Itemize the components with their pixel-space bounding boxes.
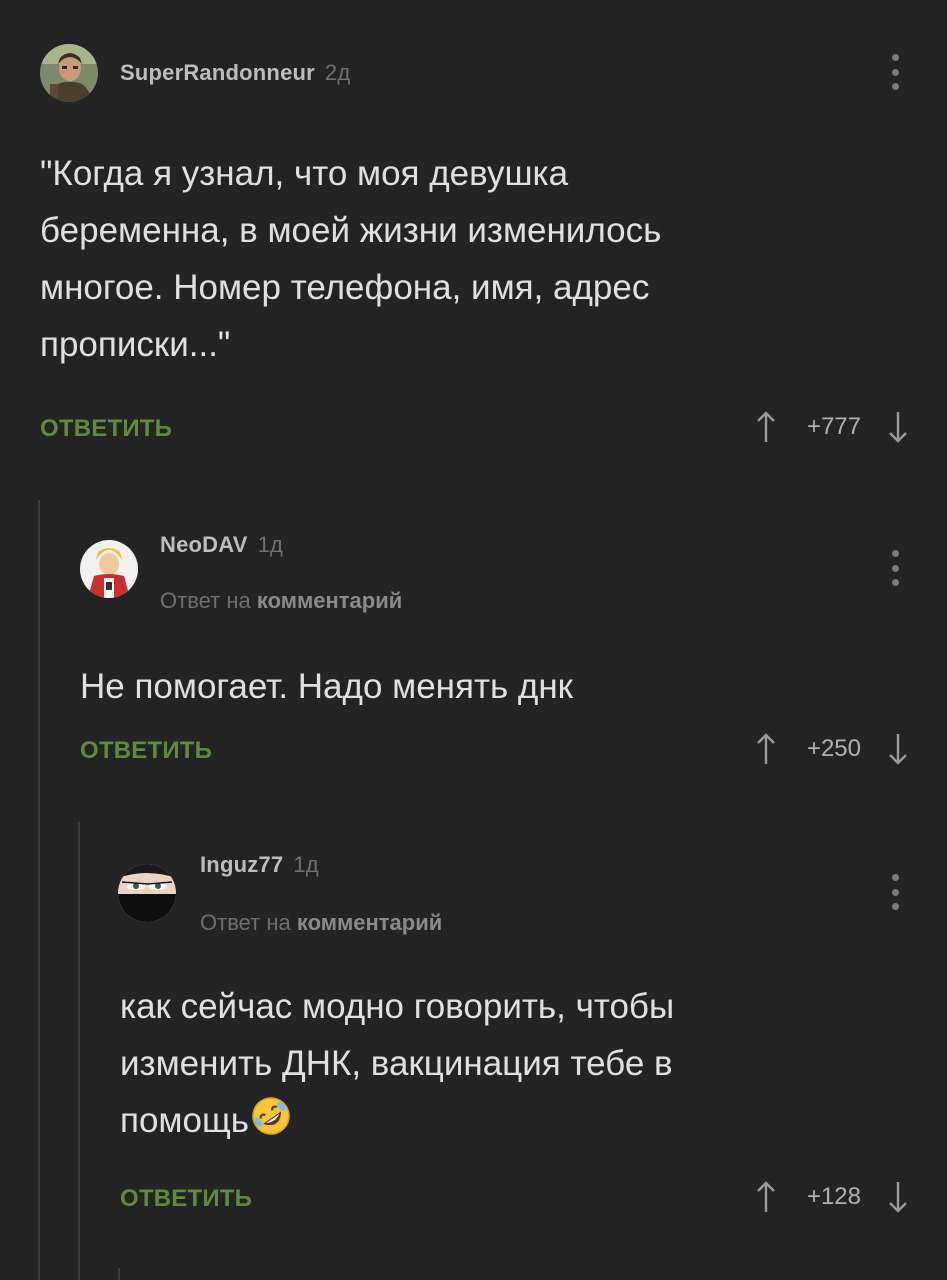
reply-to-prefix: Ответ на: [200, 910, 291, 935]
vote-score: +128: [806, 1183, 861, 1210]
vote-score: +777: [806, 413, 861, 440]
arrow-down-icon[interactable]: [887, 410, 909, 444]
reply-to-info: Ответ на комментарий: [200, 910, 442, 936]
reply-button[interactable]: ОТВЕТИТЬ: [120, 1185, 252, 1213]
username-text[interactable]: Inguz77: [200, 852, 283, 877]
reply-to-comment-link[interactable]: комментарий: [257, 588, 402, 613]
comment-age: 1д: [293, 852, 319, 877]
comment-text: как сейчас модно говорить, чтобы изменит…: [120, 978, 920, 1149]
vote-controls: +250: [755, 732, 909, 766]
avatar[interactable]: [80, 540, 138, 598]
more-vertical-icon: [891, 550, 899, 557]
comment-text-content: как сейчас модно говорить, чтобы изменит…: [120, 987, 675, 1140]
comment-neodav: NeoDAV 1д Ответ на комментарий Не помогае…: [40, 500, 947, 820]
vote-controls: +777: [755, 410, 909, 444]
arrow-down-icon[interactable]: [887, 1180, 909, 1214]
comment-text: Не помогает. Надо менять днк: [80, 667, 573, 706]
rolling-on-floor-laughing-emoji: [249, 1094, 293, 1138]
comment-superrandonneur: SuperRandonneur 2д "Когда я узнал, что мо…: [0, 0, 947, 480]
comment-age: 1д: [257, 532, 284, 557]
reply-to-comment-link[interactable]: комментарий: [297, 910, 442, 935]
avatar[interactable]: [118, 864, 176, 922]
vote-score: +250: [806, 735, 861, 762]
arrow-up-icon[interactable]: [755, 1180, 777, 1214]
arrow-up-icon[interactable]: [755, 410, 777, 444]
username-text[interactable]: SuperRandonneur: [120, 60, 315, 85]
more-vertical-icon: [891, 874, 899, 881]
username[interactable]: NeoDAV 1д: [160, 532, 283, 558]
reply-button[interactable]: ОТВЕТИТЬ: [40, 415, 172, 443]
reply-to-prefix: Ответ на: [160, 588, 251, 613]
reply-button[interactable]: ОТВЕТИТЬ: [80, 737, 212, 765]
comment-menu-button[interactable]: [888, 54, 902, 90]
username[interactable]: SuperRandonneur 2д: [120, 60, 350, 86]
comment-inguz77: Inguz77 1д Ответ на комментарий как сейча…: [80, 820, 947, 1280]
arrow-up-icon[interactable]: [755, 732, 777, 766]
vote-controls: +128: [755, 1180, 909, 1214]
username[interactable]: Inguz77 1д: [200, 852, 319, 878]
comment-menu-button[interactable]: [888, 874, 902, 910]
comment-age: 2д: [324, 60, 351, 85]
more-vertical-icon: [891, 54, 899, 61]
comment-text: "Когда я узнал, что моя девушка беременн…: [40, 154, 662, 364]
arrow-down-icon[interactable]: [887, 732, 909, 766]
reply-to-info: Ответ на комментарий: [160, 588, 402, 614]
avatar[interactable]: [40, 44, 98, 102]
username-text[interactable]: NeoDAV: [160, 532, 248, 557]
comment-menu-button[interactable]: [888, 550, 902, 586]
